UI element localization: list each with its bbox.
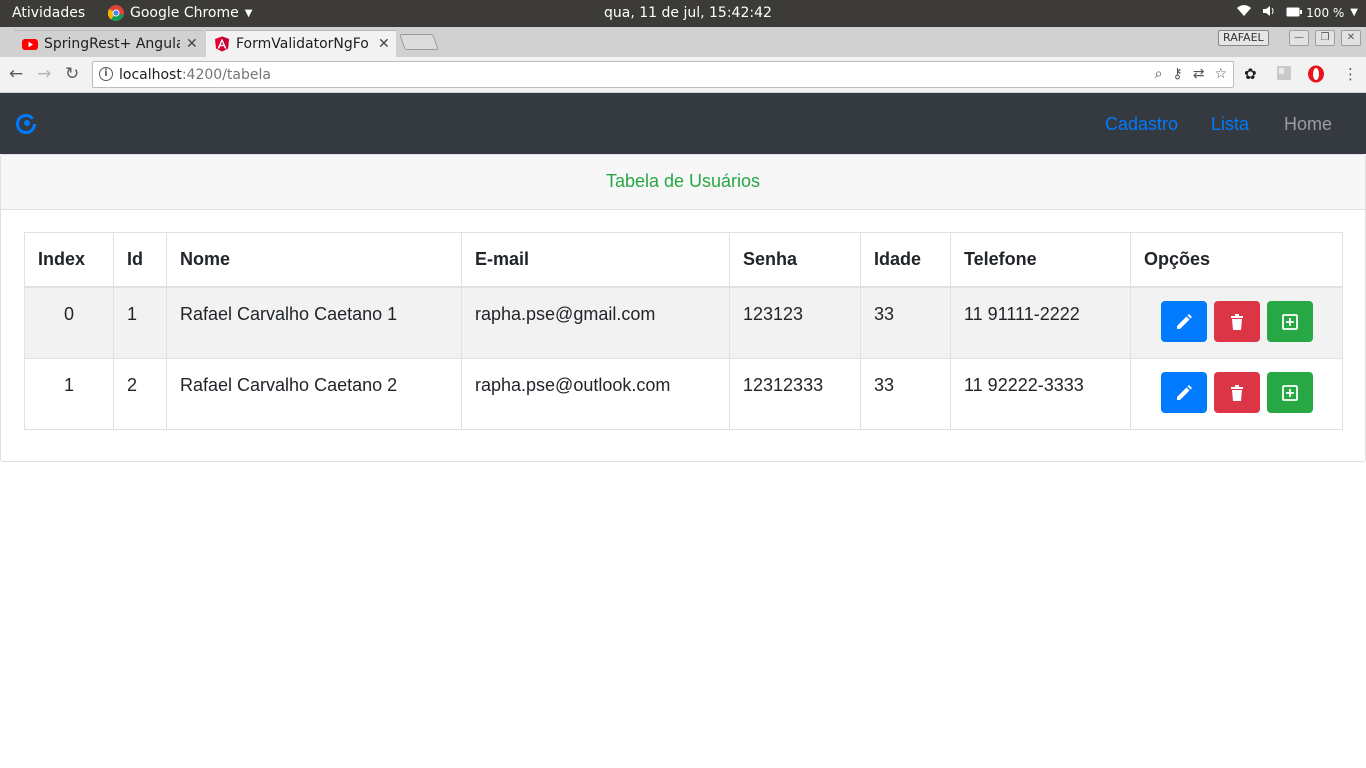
table-row: 0 1 Rafael Carvalho Caetano 1 rapha.pse@… (24, 286, 1343, 359)
chrome-icon (108, 5, 124, 21)
key-icon[interactable]: ⚷ (1172, 66, 1182, 82)
column-header-opcoes: Opções (1130, 232, 1343, 288)
pencil-icon (1176, 313, 1192, 329)
tab-formvalidator[interactable]: FormValidatorNgFo ✕ (206, 30, 396, 57)
system-tray[interactable]: 100 % ▼ (1226, 5, 1358, 20)
column-header-telefone: Telefone (950, 232, 1131, 288)
translate-icon[interactable]: ⇄ (1193, 66, 1205, 82)
angular-icon (215, 36, 229, 52)
caret-down-icon: ▼ (244, 7, 253, 19)
trash-icon (1230, 384, 1243, 401)
power-menu-caret-icon: ▼ (1350, 7, 1358, 18)
cell-telefone: 11 92222-3333 (950, 358, 1131, 430)
cell-email: rapha.pse@outlook.com (461, 358, 730, 430)
restore-icon[interactable]: ❐ (1315, 30, 1335, 46)
wifi-icon (1236, 5, 1252, 20)
os-top-bar: Atividades Google Chrome ▼ qua, 11 de ju… (0, 0, 1366, 27)
tab-strip: SpringRest+ Angula ✕ FormValidatorNgFo ✕… (0, 27, 1366, 57)
battery-icon (1286, 6, 1303, 20)
extension-grey-icon[interactable] (1276, 65, 1292, 85)
trash-icon (1230, 313, 1243, 330)
new-tab-button[interactable] (399, 34, 439, 50)
cell-email: rapha.pse@gmail.com (461, 286, 730, 359)
users-table: Index Id Nome E-mail Senha Idade Telefon… (24, 232, 1343, 430)
nav-link-cadastro[interactable]: Cadastro (1105, 114, 1178, 135)
edit-button[interactable] (1160, 301, 1207, 342)
edit-button[interactable] (1160, 372, 1207, 413)
tab-close-icon[interactable]: ✕ (378, 36, 390, 52)
app-menu-label: Google Chrome (130, 5, 239, 21)
battery-percent: 100 % (1306, 5, 1345, 20)
cell-index: 0 (24, 286, 114, 359)
table-row: 1 2 Rafael Carvalho Caetano 2 rapha.pse@… (24, 358, 1343, 430)
column-header-id: Id (113, 232, 167, 288)
site-info-icon[interactable]: i (99, 67, 113, 81)
forward-icon[interactable]: → (37, 65, 51, 83)
cell-nome: Rafael Carvalho Caetano 2 (166, 358, 462, 430)
address-bar[interactable]: i localhost:4200/tabela ⌕ ⚷ ⇄ ☆ (92, 61, 1234, 88)
cell-id: 2 (113, 358, 167, 430)
reload-icon[interactable]: ↻ (65, 65, 79, 83)
users-card: Tabela de Usuários Index Id Nome E-mail … (0, 154, 1366, 462)
column-header-email: E-mail (461, 232, 730, 288)
profile-button[interactable]: RAFAEL (1218, 30, 1269, 46)
table-header-row: Index Id Nome E-mail Senha Idade Telefon… (24, 232, 1343, 288)
url-host: localhost (119, 67, 182, 83)
app-navbar: Cadastro Lista Home (0, 93, 1366, 154)
tab-title: SpringRest+ Angula (44, 36, 180, 52)
delete-button[interactable] (1213, 301, 1260, 342)
youtube-icon (22, 39, 38, 50)
cell-opcoes (1130, 286, 1343, 359)
column-header-nome: Nome (166, 232, 462, 288)
cell-id: 1 (113, 286, 167, 359)
cell-telefone: 11 91111-2222 (950, 286, 1131, 359)
cell-index: 1 (24, 358, 114, 430)
close-window-icon[interactable]: ✕ (1341, 30, 1361, 46)
minimize-icon[interactable]: — (1289, 30, 1309, 46)
cell-nome: Rafael Carvalho Caetano 1 (166, 286, 462, 359)
activities-button[interactable]: Atividades (12, 5, 85, 21)
back-icon[interactable]: ← (9, 65, 23, 83)
nav-link-home[interactable]: Home (1284, 114, 1332, 135)
volume-icon (1262, 5, 1276, 20)
column-header-senha: Senha (729, 232, 861, 288)
clock[interactable]: qua, 11 de jul, 15:42:42 (604, 5, 772, 21)
card-header: Tabela de Usuários (1, 155, 1365, 210)
brand-logo-icon[interactable] (16, 114, 36, 134)
extension-paw-icon[interactable]: ✿ (1244, 65, 1257, 83)
tab-title: FormValidatorNgFo (236, 36, 369, 52)
cell-idade: 33 (860, 358, 951, 430)
cell-senha: 12312333 (729, 358, 861, 430)
zoom-icon[interactable]: ⌕ (1155, 66, 1163, 82)
kebab-menu-icon[interactable]: ⋮ (1343, 65, 1358, 83)
browser-toolbar: ← → ↻ i localhost:4200/tabela ⌕ ⚷ ⇄ ☆ ✿ … (0, 57, 1366, 93)
cell-idade: 33 (860, 286, 951, 359)
url-text[interactable]: localhost:4200/tabela (119, 67, 271, 83)
add-button[interactable] (1266, 301, 1313, 342)
tab-springrest[interactable]: SpringRest+ Angula ✕ (14, 30, 202, 57)
nav-link-lista[interactable]: Lista (1211, 114, 1249, 135)
pencil-icon (1176, 384, 1192, 400)
app-menu[interactable]: Google Chrome ▼ (108, 5, 252, 21)
column-header-index: Index (24, 232, 114, 288)
cell-senha: 123123 (729, 286, 861, 359)
add-button[interactable] (1266, 372, 1313, 413)
url-path: :4200/tabela (181, 67, 271, 83)
cell-opcoes (1130, 358, 1343, 430)
plus-square-icon (1281, 313, 1298, 330)
opera-vpn-icon[interactable] (1307, 65, 1325, 87)
delete-button[interactable] (1213, 372, 1260, 413)
plus-square-icon (1281, 384, 1298, 401)
column-header-idade: Idade (860, 232, 951, 288)
tab-close-icon[interactable]: ✕ (186, 36, 198, 52)
bookmark-star-icon[interactable]: ☆ (1214, 66, 1227, 82)
